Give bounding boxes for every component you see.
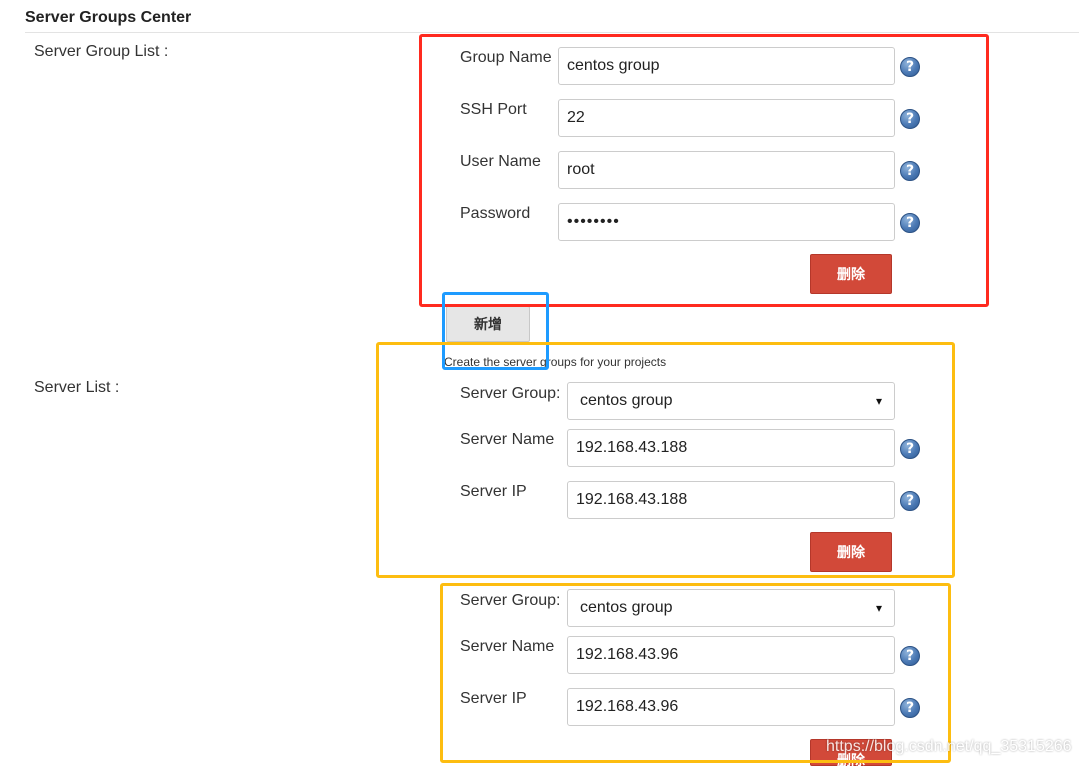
server-name-input[interactable] [576,646,886,664]
ssh-port-label: SSH Port [460,101,527,118]
ssh-port-field[interactable] [558,99,895,137]
title-divider [25,32,1079,33]
help-icon[interactable]: ? [900,109,920,129]
server-list-label: Server List : [34,379,120,396]
server-ip-input[interactable] [576,491,886,509]
password-value: •••••••• [567,213,620,230]
server-group-select[interactable]: centos group ▾ [567,589,895,627]
page-title: Server Groups Center [25,9,192,26]
server-name-input[interactable] [576,439,886,457]
server-ip-label: Server IP [460,483,527,500]
group-name-input[interactable] [567,57,886,75]
help-icon[interactable]: ? [900,646,920,666]
server-group-select[interactable]: centos group ▾ [567,382,895,420]
server-ip-field[interactable] [567,481,895,519]
group-name-label: Group Name [460,49,552,66]
server-group-selected: centos group [580,599,673,616]
group-name-field[interactable] [558,47,895,85]
server-group-selected: centos group [580,392,673,409]
password-field[interactable]: •••••••• [558,203,895,241]
help-icon[interactable]: ? [900,698,920,718]
server-name-label: Server Name [460,638,555,655]
help-text: Create the server groups for your projec… [444,355,667,369]
ssh-port-input[interactable] [567,109,886,127]
server-name-field[interactable] [567,429,895,467]
delete-group-button[interactable]: 删除 [810,254,892,294]
server-group-label: Server Group: [460,592,561,609]
help-icon[interactable]: ? [900,491,920,511]
add-group-button[interactable]: 新增 [446,306,530,342]
help-icon[interactable]: ? [900,57,920,77]
help-icon[interactable]: ? [900,213,920,233]
delete-server-button[interactable]: 删除 [810,532,892,572]
chevron-down-icon: ▾ [875,394,882,408]
user-name-input[interactable] [567,161,886,179]
watermark: https://blog.csdn.net/qq_35315266 [826,738,1072,755]
chevron-down-icon: ▾ [875,601,882,615]
help-icon[interactable]: ? [900,439,920,459]
server-ip-field[interactable] [567,688,895,726]
help-icon[interactable]: ? [900,161,920,181]
user-name-label: User Name [460,153,541,170]
server-ip-input[interactable] [576,698,886,716]
server-ip-label: Server IP [460,690,527,707]
server-group-label: Server Group: [460,385,561,402]
server-name-label: Server Name [460,431,555,448]
server-group-list-label: Server Group List : [34,43,169,60]
password-label: Password [460,205,531,222]
user-name-field[interactable] [558,151,895,189]
server-name-field[interactable] [567,636,895,674]
